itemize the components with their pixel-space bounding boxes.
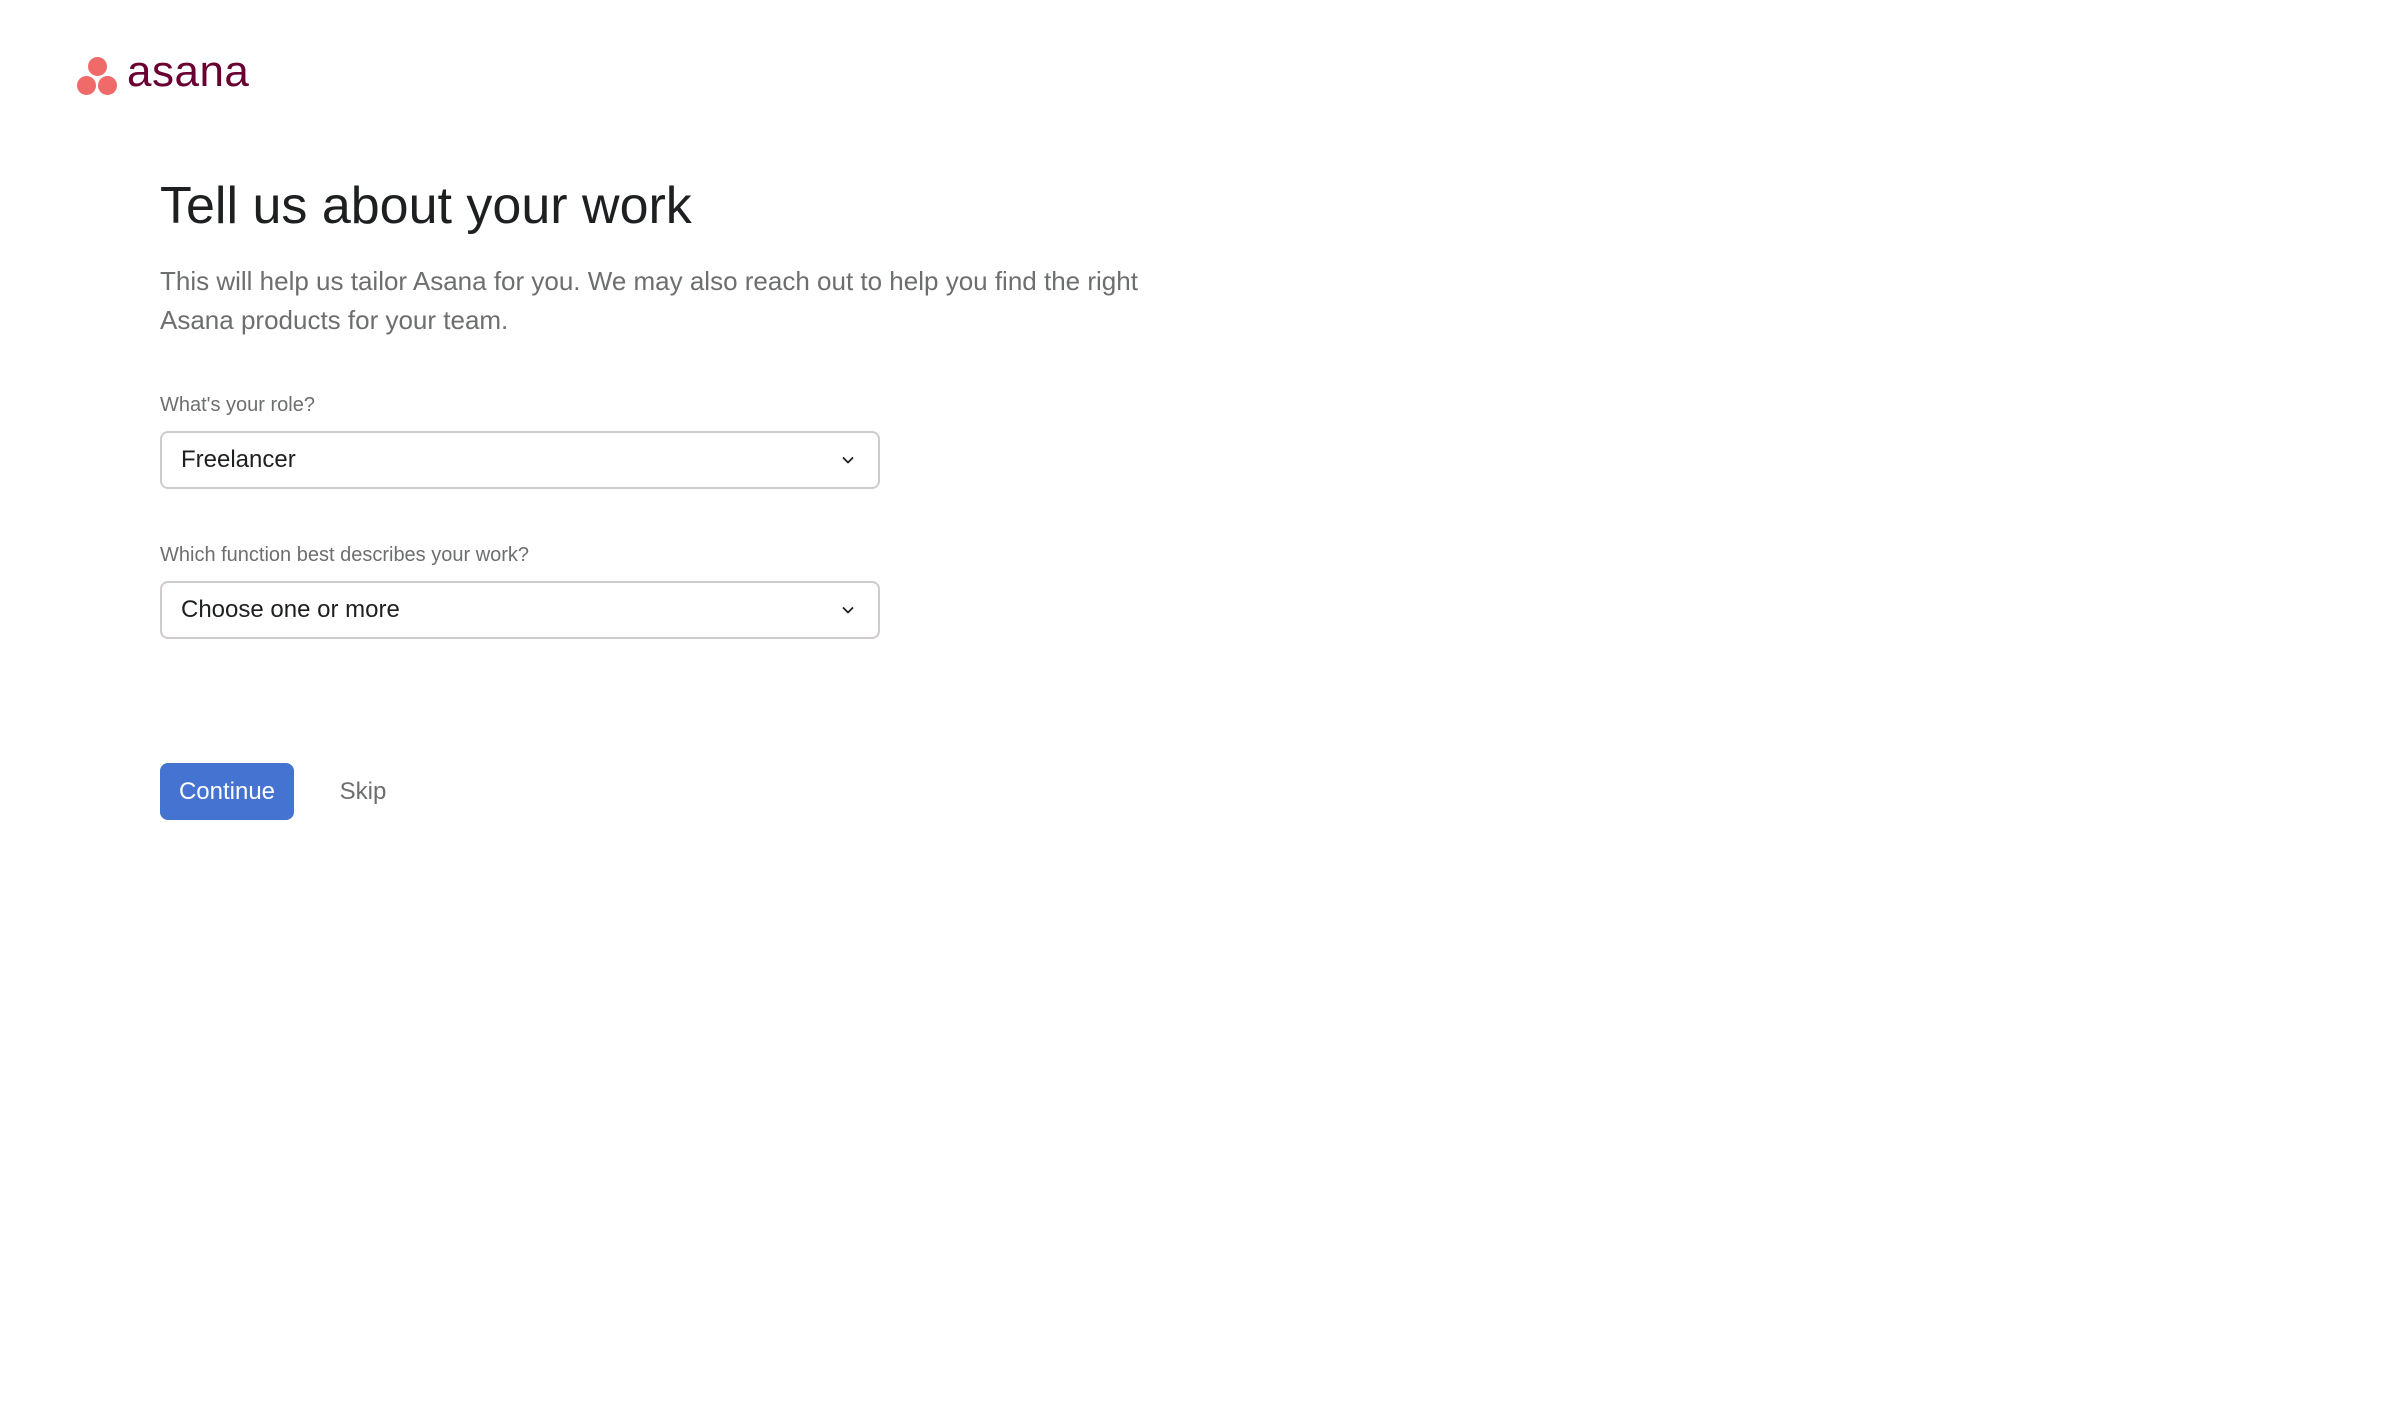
role-label: What's your role? [160,394,315,416]
asana-logo[interactable]: asana [76,50,249,98]
role-select[interactable]: Freelancer [160,431,880,489]
role-selected-value: Freelancer [181,446,296,473]
chevron-down-icon [842,457,854,464]
asana-logo-icon [76,55,118,97]
page-subtitle: This will help us tailor Asana for you. … [160,266,1138,335]
function-placeholder: Choose one or more [181,596,400,623]
function-select[interactable]: Choose one or more [160,581,880,639]
continue-button[interactable]: Continue [160,763,294,820]
chevron-down-icon [842,607,854,614]
logo-wordmark: asana [127,47,250,96]
logo-dot-left [77,76,96,95]
logo-dot-right [98,76,117,95]
function-label: Which function best describes your work? [160,544,530,566]
logo-dot-top [87,57,107,76]
page-title: Tell us about your work [160,177,692,235]
skip-button[interactable]: Skip [318,763,408,820]
